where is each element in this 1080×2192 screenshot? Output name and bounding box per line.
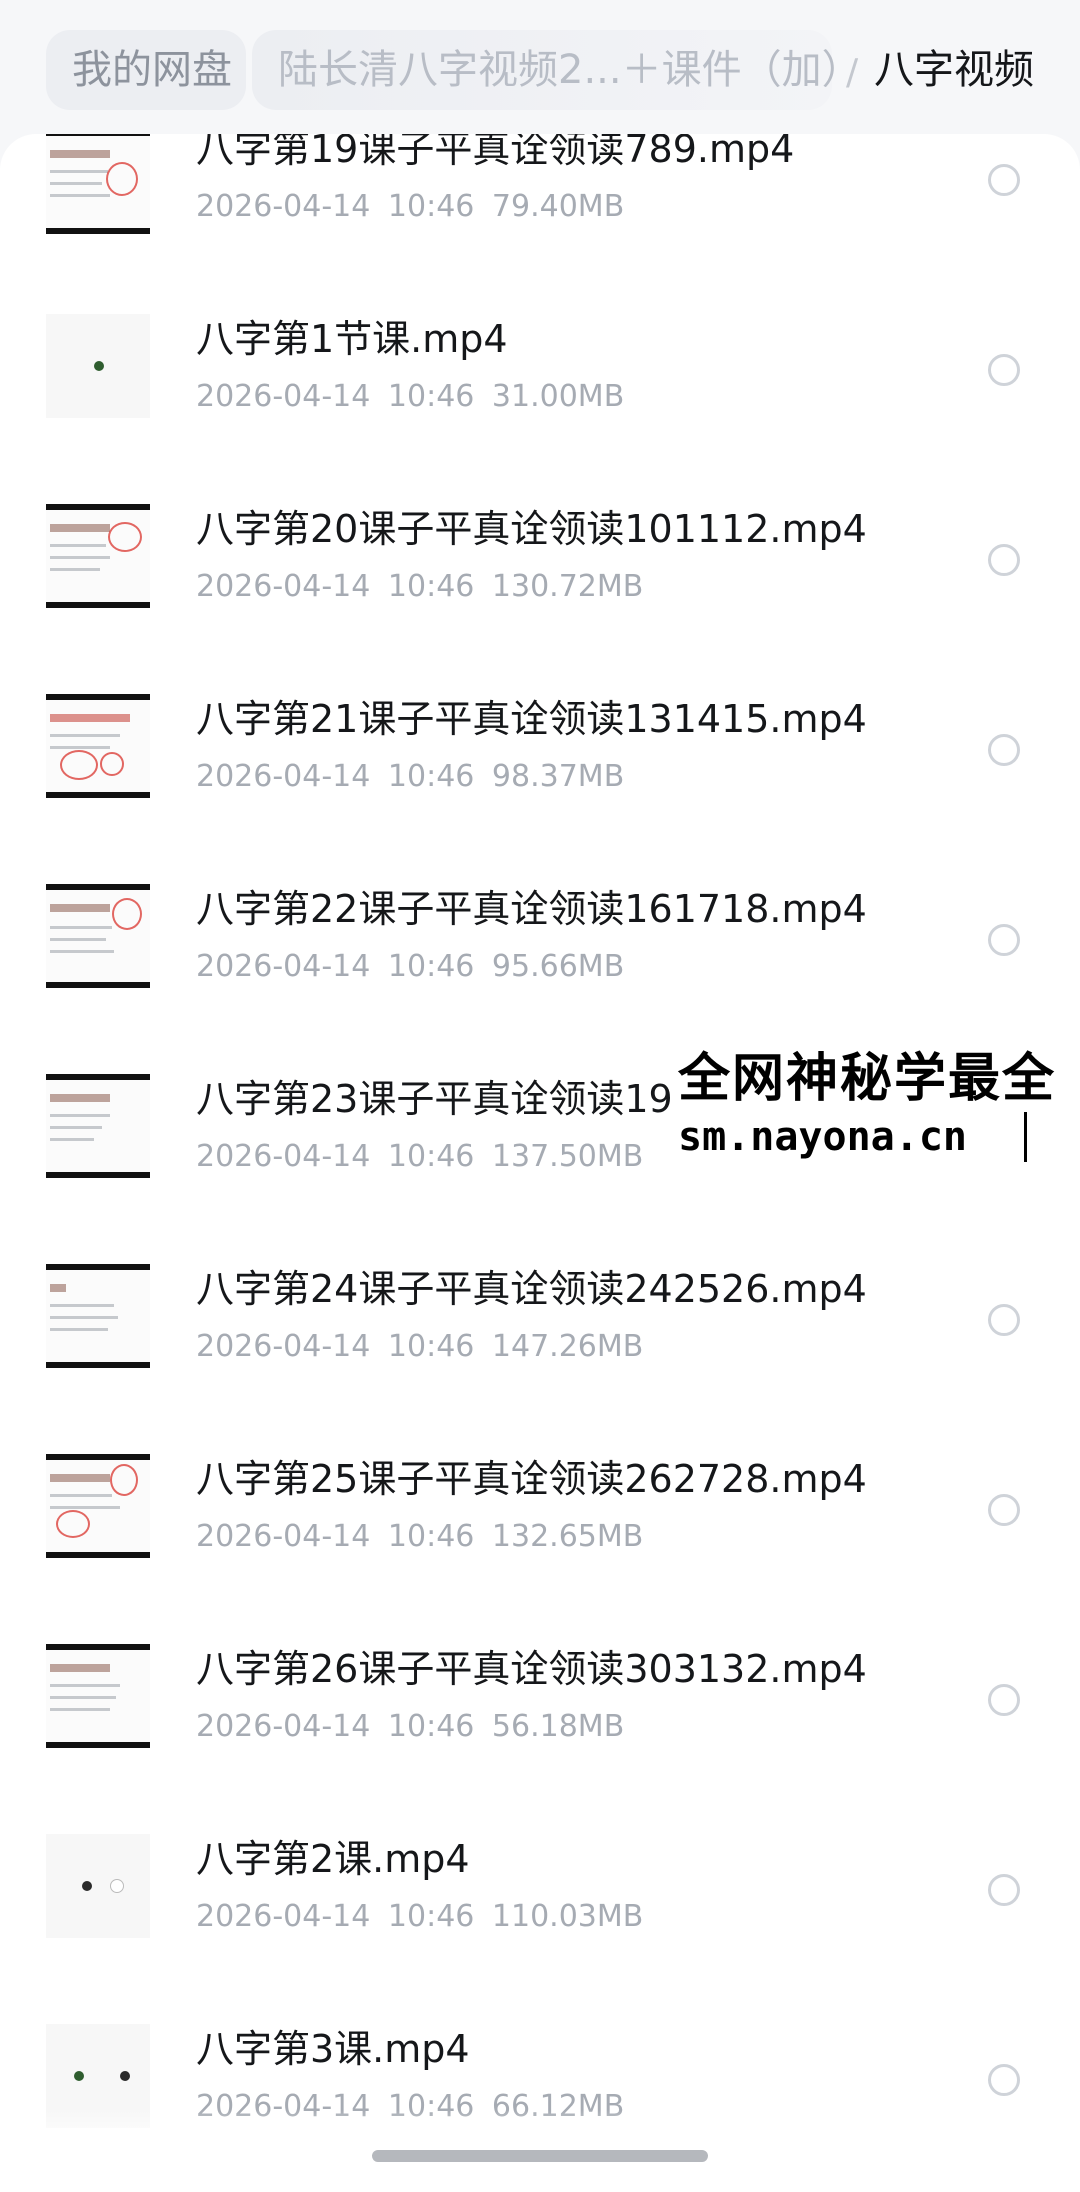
file-name: 八字第1节课.mp4	[196, 317, 508, 361]
file-time: 10:46	[387, 1899, 475, 1934]
file-date: 2026-04-14	[196, 759, 371, 794]
file-size: 79.40MB	[491, 189, 625, 224]
file-date: 2026-04-14	[196, 1519, 371, 1554]
file-name: 八字第19课子平真诠领读789.mp4	[196, 134, 795, 171]
file-name: 八字第22课子平真诠领读161718.mp4	[196, 887, 867, 931]
file-meta: 2026-04-14 10:46 31.00MB	[196, 382, 624, 412]
watermark-overlay: 全网神秘学最全 sm.nayona.cn	[672, 1028, 1080, 1178]
file-name: 八字第20课子平真诠领读101112.mp4	[196, 507, 867, 551]
file-meta: 2026-04-14 10:46 95.66MB	[196, 952, 624, 982]
file-size: 130.72MB	[491, 569, 644, 604]
file-date: 2026-04-14	[196, 569, 371, 604]
file-meta: 2026-04-14 10:46 56.18MB	[196, 1712, 624, 1742]
file-name: 八字第25课子平真诠领读262728.mp4	[196, 1457, 867, 1501]
file-date: 2026-04-14	[196, 1899, 371, 1934]
select-radio[interactable]	[988, 1874, 1020, 1906]
text-caret	[1024, 1112, 1027, 1162]
file-name: 八字第23课子平真诠领读19	[196, 1077, 673, 1121]
video-thumbnail	[46, 1074, 150, 1178]
file-size: 137.50MB	[491, 1139, 644, 1174]
file-row[interactable]: 八字第2课.mp4 2026-04-14 10:46 110.03MB	[0, 1790, 1080, 1980]
breadcrumb-current-folder: 八字视频	[874, 47, 1034, 93]
file-size: 132.65MB	[491, 1519, 644, 1554]
file-date: 2026-04-14	[196, 949, 371, 984]
select-radio[interactable]	[988, 1304, 1020, 1336]
file-date: 2026-04-14	[196, 379, 371, 414]
file-row[interactable]: 八字第24课子平真诠领读242526.mp4 2026-04-14 10:46 …	[0, 1220, 1080, 1410]
watermark-title: 全网神秘学最全	[678, 1049, 1057, 1109]
file-size: 147.26MB	[491, 1329, 644, 1364]
file-size: 110.03MB	[491, 1899, 644, 1934]
file-time: 10:46	[387, 1709, 475, 1744]
file-row[interactable]: 八字第22课子平真诠领读161718.mp4 2026-04-14 10:46 …	[0, 840, 1080, 1030]
file-name: 八字第3课.mp4	[196, 2027, 470, 2071]
file-time: 10:46	[387, 1329, 475, 1364]
video-thumbnail	[46, 504, 150, 608]
file-size: 56.18MB	[491, 1709, 625, 1744]
video-thumbnail	[46, 1644, 150, 1748]
file-time: 10:46	[387, 569, 475, 604]
select-radio[interactable]	[988, 544, 1020, 576]
file-name: 八字第26课子平真诠领读303132.mp4	[196, 1647, 867, 1691]
breadcrumb-root-label: 我的网盘	[72, 47, 232, 93]
select-radio[interactable]	[988, 1684, 1020, 1716]
file-time: 10:46	[387, 1519, 475, 1554]
file-meta: 2026-04-14 10:46 130.72MB	[196, 572, 643, 602]
file-time: 10:46	[387, 949, 475, 984]
file-date: 2026-04-14	[196, 1139, 371, 1174]
select-radio[interactable]	[988, 1494, 1020, 1526]
file-time: 10:46	[387, 189, 475, 224]
file-row[interactable]: 八字第25课子平真诠领读262728.mp4 2026-04-14 10:46 …	[0, 1410, 1080, 1600]
file-date: 2026-04-14	[196, 189, 371, 224]
file-size: 31.00MB	[491, 379, 625, 414]
watermark-url: sm.nayona.cn	[678, 1114, 967, 1160]
home-indicator[interactable]	[372, 2150, 708, 2162]
file-size: 98.37MB	[491, 759, 625, 794]
breadcrumb-separator: /	[846, 52, 859, 93]
file-row[interactable]: 八字第19课子平真诠领读789.mp4 2026-04-14 10:46 79.…	[0, 134, 1080, 270]
breadcrumb-parent-label: 陆长清八字视频2...＋课件（加）	[278, 47, 862, 93]
select-radio[interactable]	[988, 2064, 1020, 2096]
select-radio[interactable]	[988, 734, 1020, 766]
select-radio[interactable]	[988, 164, 1020, 196]
video-thumbnail	[46, 314, 150, 418]
breadcrumb: 我的网盘 陆长清八字视频2...＋课件（加） / 八字视频	[0, 0, 1080, 140]
file-name: 八字第24课子平真诠领读242526.mp4	[196, 1267, 867, 1311]
video-thumbnail	[46, 1834, 150, 1938]
file-row[interactable]: 八字第1节课.mp4 2026-04-14 10:46 31.00MB	[0, 270, 1080, 460]
file-meta: 2026-04-14 10:46 79.40MB	[196, 192, 624, 222]
file-time: 10:46	[387, 1139, 475, 1174]
file-name: 八字第2课.mp4	[196, 1837, 470, 1881]
file-meta: 2026-04-14 10:46 137.50MB	[196, 1142, 643, 1172]
file-size: 95.66MB	[491, 949, 625, 984]
breadcrumb-parent-folder[interactable]: 陆长清八字视频2...＋课件（加）	[252, 30, 862, 110]
video-thumbnail	[46, 694, 150, 798]
breadcrumb-root[interactable]: 我的网盘	[46, 30, 246, 110]
file-meta: 2026-04-14 10:46 110.03MB	[196, 1902, 643, 1932]
file-time: 10:46	[387, 379, 475, 414]
file-meta: 2026-04-14 10:46 98.37MB	[196, 762, 624, 792]
file-meta: 2026-04-14 10:46 132.65MB	[196, 1522, 643, 1552]
file-date: 2026-04-14	[196, 1709, 371, 1744]
video-thumbnail	[46, 1264, 150, 1368]
file-date: 2026-04-14	[196, 1329, 371, 1364]
file-browser-screen: 我的网盘 陆长清八字视频2...＋课件（加） / 八字视频 八字第19课子平真诠…	[0, 0, 1080, 2192]
video-thumbnail	[46, 134, 150, 234]
file-name: 八字第21课子平真诠领读131415.mp4	[196, 697, 867, 741]
file-row[interactable]: 八字第21课子平真诠领读131415.mp4 2026-04-14 10:46 …	[0, 650, 1080, 840]
select-radio[interactable]	[988, 354, 1020, 386]
video-thumbnail	[46, 884, 150, 988]
video-thumbnail	[46, 1454, 150, 1558]
file-row[interactable]: 八字第26课子平真诠领读303132.mp4 2026-04-14 10:46 …	[0, 1600, 1080, 1790]
file-meta: 2026-04-14 10:46 147.26MB	[196, 1332, 643, 1362]
file-row[interactable]: 八字第20课子平真诠领读101112.mp4 2026-04-14 10:46 …	[0, 460, 1080, 650]
select-radio[interactable]	[988, 924, 1020, 956]
file-time: 10:46	[387, 759, 475, 794]
